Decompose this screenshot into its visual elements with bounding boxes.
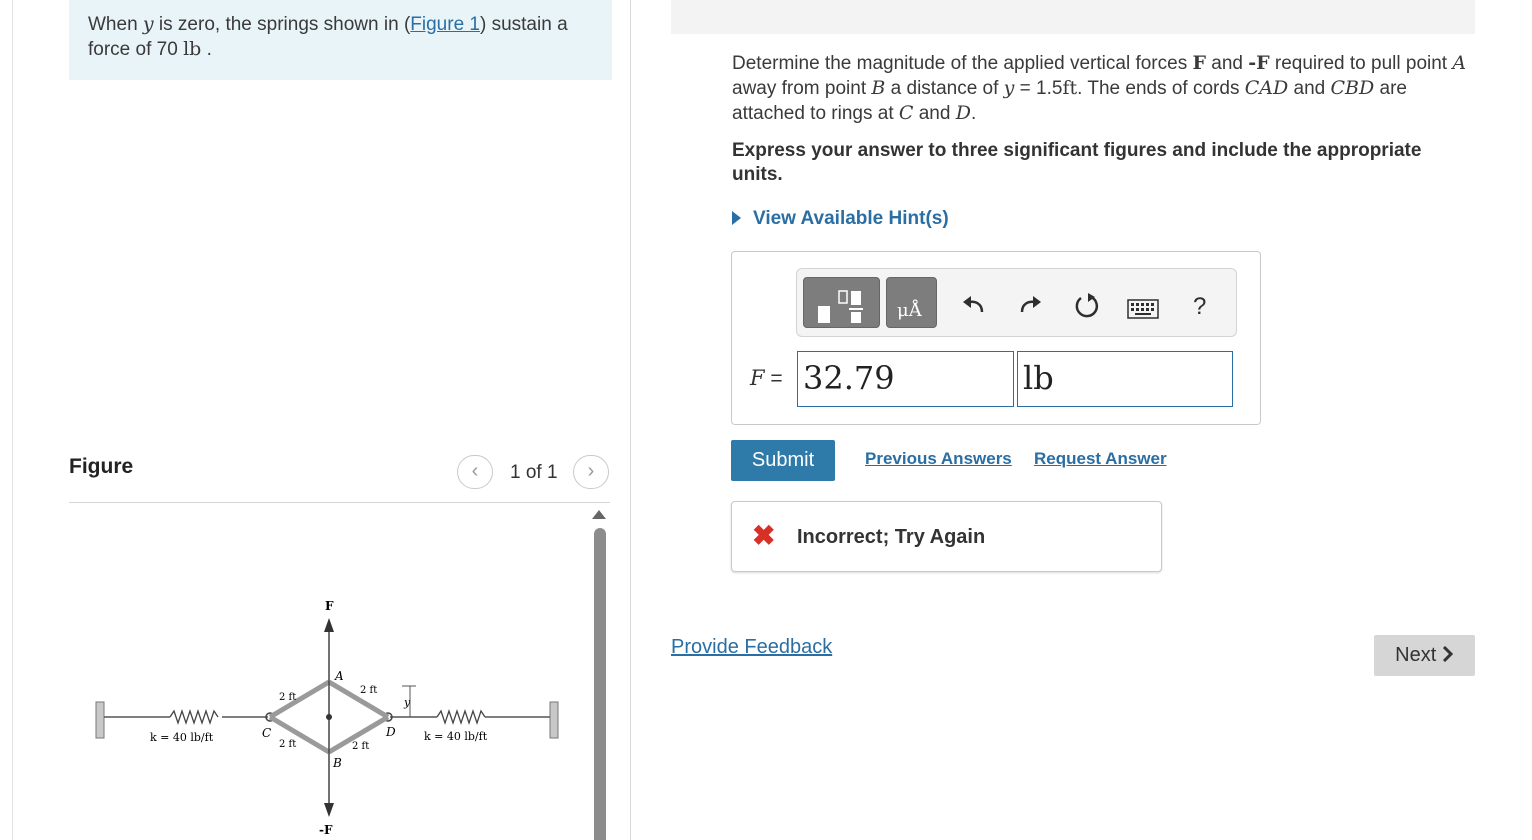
label-b: B <box>332 756 342 770</box>
right-wall-support <box>485 701 559 739</box>
label-c: C <box>262 726 271 740</box>
help-button[interactable]: ? <box>1193 293 1206 321</box>
label-k-left: k = 40 lb/ft <box>150 731 214 744</box>
expand-triangle-icon <box>732 211 741 225</box>
left-border <box>12 0 13 840</box>
next-button[interactable]: Next <box>1374 635 1475 676</box>
scroll-up-arrow[interactable] <box>592 510 606 519</box>
feedback-text: Incorrect; Try Again <box>797 526 986 548</box>
pane-divider <box>630 0 631 840</box>
units-button[interactable]: μÅ <box>886 277 937 328</box>
part-header-bar <box>671 0 1475 34</box>
label-k-right: k = 40 lb/ft <box>424 730 488 743</box>
provide-feedback-link[interactable]: Provide Feedback <box>671 636 832 659</box>
answer-label: F = <box>750 366 783 390</box>
label-f-bottom: -F <box>319 823 333 837</box>
label-len-ul: 2 ft <box>279 692 296 703</box>
right-spring <box>436 708 486 726</box>
figure-scrollbar-thumb[interactable] <box>594 528 606 840</box>
incorrect-x-icon: ✖ <box>752 520 776 551</box>
prompt-text: is zero, the springs shown in ( <box>153 14 411 35</box>
label-len-ur: 2 ft <box>360 685 377 696</box>
figure-prev-button[interactable]: ‹ <box>457 455 493 489</box>
answer-value-input[interactable]: 32.79 <box>797 351 1014 407</box>
prompt-var-y: y <box>142 13 154 35</box>
submit-button[interactable]: Submit <box>731 440 835 481</box>
prompt-box: When y is zero, the springs shown in (Fi… <box>69 0 612 80</box>
reset-icon[interactable] <box>1073 292 1101 320</box>
request-answer-link[interactable]: Request Answer <box>1034 449 1167 469</box>
label-d: D <box>385 725 396 739</box>
next-label: Next <box>1395 644 1437 666</box>
keyboard-icon[interactable] <box>1127 299 1159 319</box>
figure-link[interactable]: Figure 1 <box>410 14 480 35</box>
center-point <box>326 714 332 720</box>
prompt-text: . <box>201 39 212 60</box>
label-y: y <box>403 696 411 709</box>
previous-answers-link[interactable]: Previous Answers <box>865 449 1012 469</box>
label-len-lr: 2 ft <box>352 741 369 752</box>
force-arrow-down <box>324 803 334 817</box>
label-len-ll: 2 ft <box>279 739 296 750</box>
figure-divider <box>69 502 610 503</box>
prompt-text: When <box>88 14 143 35</box>
redo-icon[interactable] <box>1018 292 1044 318</box>
question-text: Determine the magnitude of the applied v… <box>732 52 1467 124</box>
spring-cord-diagram: F -F A B C D y 2 ft 2 ft 2 ft 2 ft k = 4… <box>95 599 559 837</box>
templates-button[interactable] <box>803 277 880 328</box>
hints-label: View Available Hint(s) <box>753 208 949 229</box>
force-arrow-up <box>324 618 334 632</box>
answer-instruction: Express your answer to three significant… <box>732 140 1422 185</box>
undo-icon[interactable] <box>960 292 986 318</box>
answer-unit-input[interactable]: lb <box>1017 351 1233 407</box>
label-f-top: F <box>325 599 334 613</box>
units-icon: μÅ <box>897 300 922 321</box>
figure-counter: 1 of 1 <box>510 462 558 483</box>
chevron-right-icon <box>1442 645 1453 663</box>
figure-next-button[interactable]: › <box>573 455 609 489</box>
figure-title: Figure <box>69 455 134 478</box>
prompt-unit: lb <box>183 38 202 60</box>
view-hints-toggle[interactable]: View Available Hint(s) <box>732 208 949 230</box>
left-spring <box>169 708 219 726</box>
templates-icon <box>818 290 863 323</box>
label-a: A <box>334 669 344 683</box>
